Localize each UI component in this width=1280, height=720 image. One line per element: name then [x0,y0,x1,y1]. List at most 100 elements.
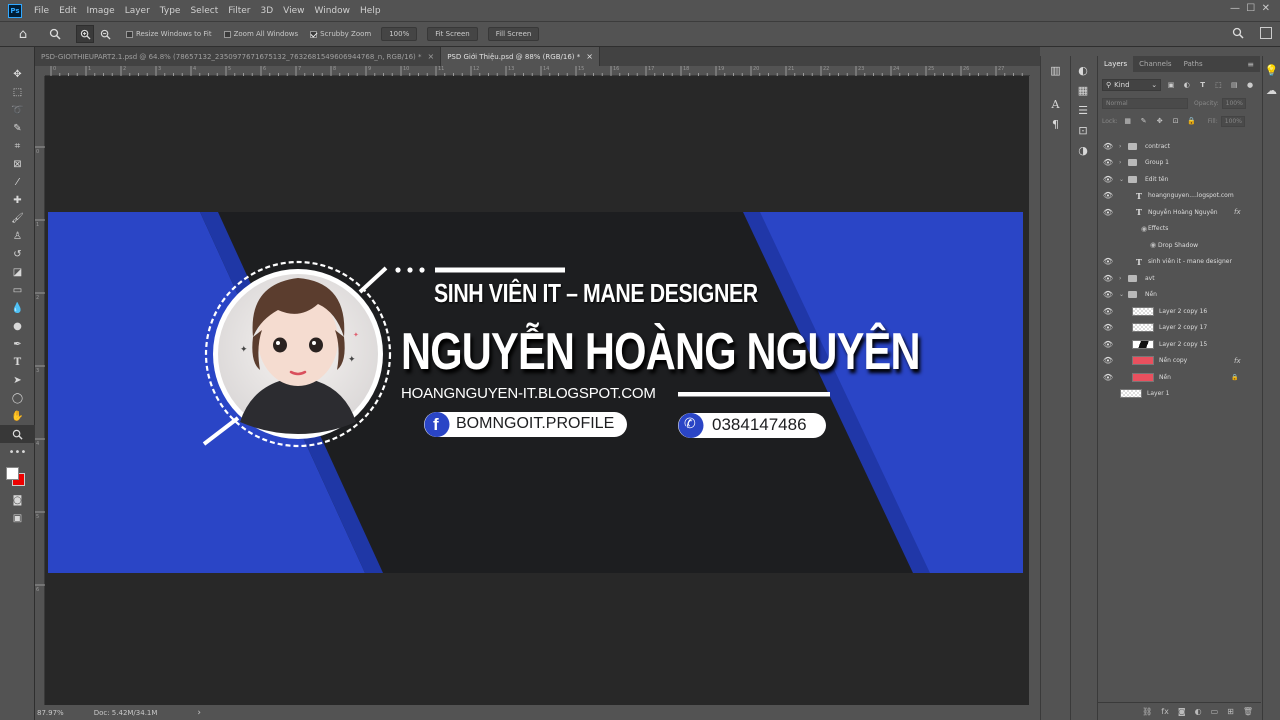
menu-filter[interactable]: Filter [228,6,250,16]
marquee-tool-icon[interactable]: ⬚ [0,83,35,101]
eye-icon[interactable]: 👁 [1103,158,1113,168]
eye-icon[interactable]: 👁 [1103,306,1113,316]
resize-windows-checkbox[interactable]: Resize Windows to Fit [126,30,212,38]
opacity-field[interactable]: 100% [1221,97,1246,109]
menu-edit[interactable]: Edit [59,6,76,16]
layer-row[interactable]: 👁 › contract [1098,138,1248,155]
lock-position-icon[interactable]: ✥ [1154,115,1166,127]
layer-kind-select[interactable]: ⚲ Kind ⌄ [1102,79,1162,91]
frame-tool-icon[interactable]: ⊠ [0,155,35,173]
photoshop-logo[interactable]: Ps [8,3,22,18]
new-layer-icon[interactable]: ⊞ [1227,707,1234,716]
paragraph-panel-icon[interactable]: ¶ [1041,114,1070,134]
filter-shape-icon[interactable]: ⬚ [1213,79,1225,91]
layer-row[interactable]: 👁 › Group 1 [1098,155,1248,172]
banner-artboard[interactable]: ✦ ✦ ✦ SINH VIÊN IT – MANE DESIGNER NGUYỄ… [48,212,1023,573]
gradient-tool-icon[interactable]: ▭ [0,281,35,299]
resize-windows-box[interactable] [126,30,133,38]
layer-row[interactable]: 👁 Nền copy fx [1098,353,1248,370]
filter-smart-icon[interactable]: ▤ [1228,79,1240,91]
effect-eye-icon[interactable]: ◉ [1150,241,1156,249]
menu-image[interactable]: Image [87,6,115,16]
screen-mode-icon[interactable]: ▣ [0,509,35,527]
tab-document-2[interactable]: PSD Giới Thiệu.psd @ 88% (RGB/16) * × [441,47,600,66]
history-panel-icon[interactable]: ▥ [1041,60,1070,80]
lock-transparent-icon[interactable]: ▦ [1122,115,1134,127]
zoom-all-box[interactable] [223,30,231,38]
dodge-tool-icon[interactable]: ● [0,317,35,335]
eye-icon[interactable]: 👁 [1103,290,1113,300]
menu-file[interactable]: File [34,6,49,16]
shape-tool-icon[interactable]: ◯ [0,389,35,407]
link-layers-icon[interactable]: ⛓ [1142,707,1152,716]
crop-tool-icon[interactable]: ⌗ [0,137,35,155]
filter-type-icon[interactable]: T [1197,79,1209,91]
zoom-tool-sidebar-icon[interactable] [0,425,35,443]
new-group-icon[interactable]: ▭ [1211,707,1219,716]
filter-toggle-icon[interactable]: ● [1244,79,1256,91]
fill-screen-button[interactable]: Fill Screen [487,27,540,41]
eye-icon[interactable]: 👁 [1103,356,1113,366]
eye-hidden-icon[interactable] [1103,389,1113,399]
eye-icon[interactable]: 👁 [1103,257,1113,267]
layer-row[interactable]: ◉ Effects [1098,221,1248,238]
color-panel-icon[interactable]: ◐ [1071,60,1095,80]
path-select-icon[interactable]: ➤ [0,371,35,389]
scrubby-zoom-box[interactable] [310,30,318,38]
zoom-in-icon[interactable] [76,25,94,43]
stamp-tool-icon[interactable]: ♙ [0,227,35,245]
blend-mode-select[interactable]: Normal [1102,97,1188,109]
chevron-right-icon[interactable]: › [1119,143,1121,150]
eye-icon[interactable]: 👁 [1103,339,1113,349]
ruler-horizontal[interactable]: 0 1 2 3 4 5 6 7 8 9 10 11 12 13 14 15 16 17 18 19 20 21 22 23 24… [45,66,1030,76]
chevron-right-icon[interactable]: › [1119,275,1121,282]
layer-row[interactable]: 👁 ⌄ Edit tên [1098,171,1248,188]
adjustments-panel-icon[interactable]: ◑ [1071,140,1095,160]
lock-artboard-icon[interactable]: ⊡ [1170,115,1182,127]
status-expand-icon[interactable]: › [197,708,201,718]
menu-window[interactable]: Window [315,6,351,16]
type-tool-icon[interactable]: T [0,353,35,371]
history-brush-icon[interactable]: ↺ [0,245,35,263]
layer-row[interactable]: ◉ Drop Shadow [1098,237,1248,254]
fit-screen-button[interactable]: Fit Screen [427,27,478,41]
status-zoom[interactable]: 87.97% [37,709,64,717]
cloud-panel-icon[interactable]: ☁ [1263,80,1280,100]
fill-field[interactable]: 100% [1220,115,1245,127]
layer-row[interactable]: 👁 Thoangnguyen....logspot.com [1098,188,1248,205]
layer-row[interactable]: 👁 Layer 2 copy 15 [1098,336,1248,353]
eye-icon[interactable]: 👁 [1103,323,1113,333]
chevron-down-icon[interactable]: ⌄ [1119,176,1124,183]
adjustment-layer-icon[interactable]: ◐ [1195,707,1202,716]
menu-help[interactable]: Help [360,6,381,16]
panel-menu-icon[interactable]: ≡ [1247,60,1254,69]
move-tool-icon[interactable]: ✥ [0,65,35,83]
menu-layer[interactable]: Layer [125,6,150,16]
layer-row[interactable]: Layer 1 [1098,386,1248,403]
layer-fx-icon[interactable]: fx [1234,208,1241,216]
color-swatches[interactable] [0,461,34,491]
layer-mask-icon[interactable]: ◙ [1178,707,1186,716]
pen-tool-icon[interactable]: ✒ [0,335,35,353]
lock-all-icon[interactable]: 🔒 [1186,115,1198,127]
tab-channels[interactable]: Channels [1133,56,1177,72]
character-panel-icon[interactable]: A [1041,94,1070,114]
layer-row[interactable]: 👁 Layer 2 copy 17 [1098,320,1248,337]
chevron-right-icon[interactable]: › [1119,159,1121,166]
properties-panel-icon[interactable]: ☰ [1071,100,1095,120]
tab-document-1[interactable]: PSD-GIOITHIEUPART2.1.psd @ 64.8% (786571… [35,47,442,66]
menu-type[interactable]: Type [160,6,181,16]
swatches-panel-icon[interactable]: ▦ [1071,80,1095,100]
eye-icon[interactable]: 👁 [1103,207,1113,217]
more-tools-icon[interactable]: ••• [0,443,35,461]
layer-fx-icon[interactable]: fx [1234,357,1241,365]
quick-mask-icon[interactable]: ◙ [0,491,35,509]
menu-3d[interactable]: 3D [261,6,274,16]
scrubby-zoom-checkbox[interactable]: Scrubby Zoom [310,30,371,38]
chevron-down-icon[interactable]: ⌄ [1119,291,1124,298]
zoom-100-button[interactable]: 100% [381,27,418,41]
eye-icon[interactable]: 👁 [1103,273,1113,283]
close-icon[interactable]: × [427,52,434,61]
lock-pixels-icon[interactable]: ✎ [1138,115,1150,127]
eye-icon[interactable]: 👁 [1103,191,1113,201]
